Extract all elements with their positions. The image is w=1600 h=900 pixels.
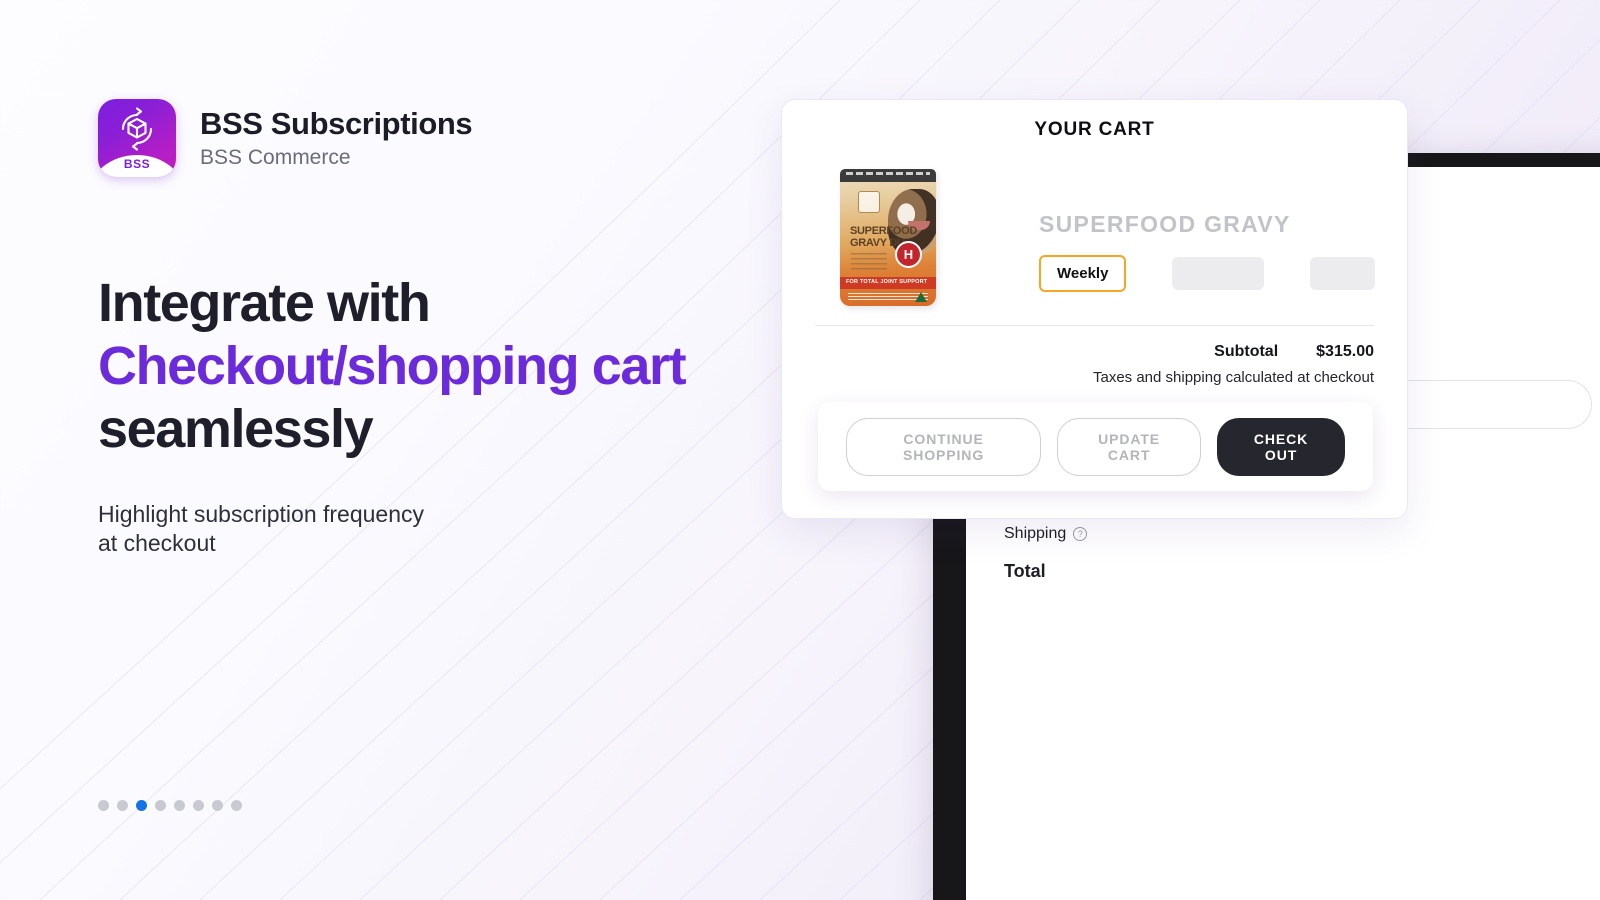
cart-tax-note: Taxes and shipping calculated at checkou… bbox=[1092, 369, 1374, 386]
pouch-brand-badge bbox=[858, 191, 880, 213]
app-vendor: BSS Commerce bbox=[200, 146, 351, 170]
subcopy-line-1: Highlight subscription frequency bbox=[98, 501, 425, 527]
brand-header: BSS BSS Subscriptions BSS Commerce bbox=[98, 99, 473, 177]
brand-text-block: BSS Subscriptions BSS Commerce bbox=[200, 105, 473, 171]
hero-left-column: BSS BSS Subscriptions BSS Commerce Integ… bbox=[98, 0, 798, 900]
superfood-item-title: SUPERFOOD GRAVY bbox=[1039, 211, 1291, 237]
app-title: BSS Subscriptions bbox=[200, 105, 473, 141]
update-cart-button[interactable]: UPDATE CART bbox=[1057, 417, 1202, 476]
australia-made-icon bbox=[915, 292, 927, 302]
carousel-dot-5[interactable] bbox=[174, 800, 185, 811]
carousel-dot-3-active[interactable] bbox=[136, 800, 147, 811]
carousel-dot-8[interactable] bbox=[231, 800, 242, 811]
subcopy-line-2: at checkout bbox=[98, 530, 216, 557]
help-circle-icon[interactable]: ? bbox=[1073, 527, 1088, 541]
frequency-options-row: Weekly bbox=[1039, 255, 1376, 292]
bss-logo-tile: BSS bbox=[98, 99, 176, 177]
totals-row-total: Total $182.00 bbox=[1004, 549, 1600, 588]
carousel-dot-4[interactable] bbox=[155, 800, 166, 811]
cart-line-item-superfood-gravy: SUPERFOOD GRAVY DU SUPERFOOD GRAVY Weekl… bbox=[782, 141, 1407, 306]
pouch-top-bar bbox=[840, 169, 936, 182]
floating-cart-card: YOUR CART SUPERFOOD GRAVY DU SUPERFOOD G… bbox=[781, 99, 1408, 519]
subscription-box-icon bbox=[121, 107, 153, 151]
cart-action-bar: CONTINUE SHOPPING UPDATE CART CHECK OUT bbox=[818, 402, 1373, 491]
headline-line-3: seamlessly bbox=[98, 399, 374, 460]
carousel-dot-2[interactable] bbox=[117, 800, 128, 811]
pouch-top-text bbox=[846, 172, 930, 175]
pouch-seal-badge bbox=[895, 241, 922, 268]
cart-card-title: YOUR CART bbox=[1034, 119, 1155, 140]
totals-label-shipping: Shipping bbox=[1004, 525, 1067, 542]
superfood-gravy-product-image: SUPERFOOD GRAVY DU bbox=[840, 169, 936, 306]
page-headline: Integrate with Checkout/shopping cart se… bbox=[98, 272, 798, 462]
carousel-dots[interactable] bbox=[98, 800, 242, 811]
cart-subtotal-label: Subtotal bbox=[1214, 343, 1279, 360]
headline-line-1: Integrate with bbox=[98, 273, 431, 333]
carousel-dot-7[interactable] bbox=[212, 800, 223, 811]
check-out-button[interactable]: CHECK OUT bbox=[1217, 417, 1345, 476]
totals-label-total: Total bbox=[1004, 561, 1046, 581]
cart-subtotal-value: $315.00 bbox=[1316, 343, 1374, 360]
frequency-pill-weekly[interactable]: Weekly bbox=[1039, 255, 1127, 292]
carousel-dot-6[interactable] bbox=[193, 800, 204, 811]
pouch-name-line-1: SUPERFOOD bbox=[850, 225, 917, 237]
frequency-placeholder-1[interactable] bbox=[1172, 257, 1265, 290]
continue-shopping-button[interactable]: CONTINUE SHOPPING bbox=[846, 417, 1042, 476]
headline-accent: Checkout/shopping cart bbox=[98, 336, 687, 397]
carousel-dot-1[interactable] bbox=[98, 800, 109, 811]
cart-subtotal-row: Subtotal $315.00 bbox=[782, 326, 1407, 361]
totals-row-shipping: Shipping ? $0.00 bbox=[1004, 519, 1600, 549]
hero-subcopy: Highlight subscription frequency at chec… bbox=[98, 500, 618, 558]
frequency-placeholder-2[interactable] bbox=[1310, 257, 1376, 290]
superfood-item-info: SUPERFOOD GRAVY Weekly bbox=[1039, 169, 1376, 292]
logo-badge-text: BSS bbox=[123, 157, 151, 171]
pouch-bullet-lines bbox=[851, 253, 887, 270]
pouch-red-band bbox=[840, 277, 936, 289]
